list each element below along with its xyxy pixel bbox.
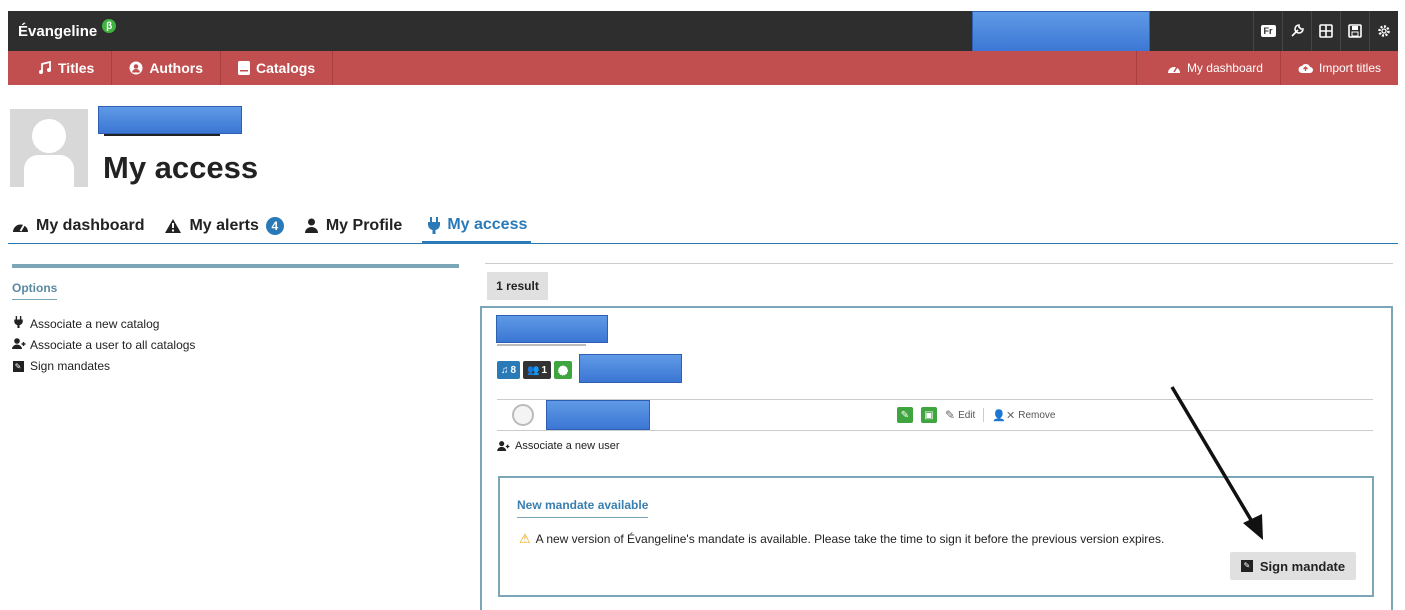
avatar bbox=[10, 109, 88, 187]
option-associate-catalog[interactable]: Associate a new catalog bbox=[12, 313, 195, 334]
remove-user-link[interactable]: 👤✕ Remove bbox=[992, 409, 1055, 422]
layout-icon[interactable] bbox=[1311, 11, 1340, 51]
wrench-icon[interactable] bbox=[1282, 11, 1311, 51]
tab-my-alerts-label: My alerts bbox=[189, 216, 259, 234]
top-bar: Évangeline β Fr bbox=[8, 11, 1398, 51]
tab-my-dashboard-label: My dashboard bbox=[36, 216, 145, 234]
redacted-user-row-name bbox=[546, 400, 650, 430]
edit-icon: ✎ bbox=[12, 360, 24, 372]
nav-import-titles[interactable]: Import titles bbox=[1279, 51, 1398, 85]
beta-badge: β bbox=[102, 19, 117, 33]
nav-titles[interactable]: Titles bbox=[8, 51, 113, 85]
redacted-user-name bbox=[972, 11, 1150, 53]
tabs-divider bbox=[8, 243, 1398, 244]
users-icon: 👥 bbox=[527, 364, 540, 376]
tab-my-profile[interactable]: My Profile bbox=[304, 209, 402, 242]
tab-my-alerts[interactable]: My alerts 4 bbox=[164, 209, 284, 242]
alerts-count-badge: 4 bbox=[265, 216, 284, 235]
book-icon bbox=[237, 61, 250, 75]
option-associate-catalog-label: Associate a new catalog bbox=[30, 316, 160, 331]
results-divider bbox=[485, 263, 1393, 264]
tab-my-dashboard[interactable]: My dashboard bbox=[12, 209, 144, 242]
catalog-name-underline bbox=[497, 344, 586, 346]
sidebar-title: Options bbox=[12, 281, 58, 300]
option-associate-user[interactable]: Associate a user to all catalogs bbox=[12, 334, 195, 355]
music-note-icon bbox=[39, 61, 51, 74]
catalog-chips: ♫ 8 👥 1 bbox=[497, 361, 573, 379]
option-sign-mandates-label: Sign mandates bbox=[30, 358, 111, 373]
user-circle-icon bbox=[129, 61, 143, 75]
tab-my-profile-label: My Profile bbox=[325, 216, 403, 234]
nav-titles-label: Titles bbox=[58, 60, 95, 76]
users-count-chip[interactable]: 👥 1 bbox=[523, 361, 552, 379]
user-card-button[interactable]: ▣ bbox=[921, 407, 937, 423]
associate-user-link[interactable]: Associate a new user bbox=[497, 440, 620, 452]
save-icon[interactable] bbox=[1340, 11, 1369, 51]
user-plus-icon bbox=[12, 337, 26, 352]
titles-count-chip[interactable]: ♫ 8 bbox=[497, 361, 521, 379]
mandate-message-text: A new version of Évangeline's mandate is… bbox=[535, 532, 1165, 546]
mandate-panel: New mandate available ⚠ A new version of… bbox=[498, 476, 1374, 597]
user-icon bbox=[304, 218, 318, 233]
page-title: My access bbox=[103, 150, 259, 185]
nav-my-dashboard-label: My dashboard bbox=[1186, 61, 1263, 75]
nav-right: My dashboard Import titles bbox=[1135, 51, 1398, 85]
sign-user-mandate-button[interactable]: ✎ bbox=[897, 407, 913, 423]
redacted-catalog-owner bbox=[579, 354, 682, 383]
nav-import-titles-label: Import titles bbox=[1318, 61, 1381, 75]
status-chip bbox=[554, 361, 573, 379]
music-note-icon: ♫ bbox=[501, 364, 509, 376]
nav-catalogs[interactable]: Catalogs bbox=[221, 51, 334, 85]
sign-mandate-label: Sign mandate bbox=[1259, 558, 1346, 574]
user-remove-icon: 👤✕ bbox=[992, 409, 1016, 422]
brand-name: Évangeline bbox=[18, 22, 98, 40]
mandate-message: ⚠ A new version of Évangeline's mandate … bbox=[519, 531, 1164, 547]
dashboard-icon bbox=[13, 224, 28, 232]
sidebar-top-border bbox=[12, 264, 459, 268]
language-button[interactable]: Fr bbox=[1253, 11, 1282, 51]
user-plus-icon bbox=[497, 441, 510, 451]
redacted-profile-name bbox=[98, 106, 242, 134]
profile-name-underline bbox=[104, 134, 220, 136]
top-icons: Fr bbox=[1253, 11, 1398, 51]
cloud-upload-icon bbox=[1298, 63, 1313, 73]
nav-authors[interactable]: Authors bbox=[112, 51, 221, 85]
edit-user-link[interactable]: ✎ Edit bbox=[945, 408, 975, 422]
nav-authors-label: Authors bbox=[149, 60, 203, 76]
pencil-icon: ✎ bbox=[945, 408, 956, 422]
plug-icon bbox=[12, 316, 24, 331]
result-count: 1 result bbox=[487, 272, 548, 300]
main-nav: Titles Authors Catalogs My dashboard Imp… bbox=[8, 51, 1398, 85]
nav-catalogs-label: Catalogs bbox=[255, 60, 316, 76]
option-associate-user-label: Associate a user to all catalogs bbox=[30, 337, 196, 352]
profile-tabs: My dashboard My alerts 4 My Profile My a… bbox=[12, 209, 551, 245]
brand[interactable]: Évangeline β bbox=[8, 19, 117, 40]
nav-my-dashboard[interactable]: My dashboard bbox=[1135, 51, 1280, 85]
option-sign-mandates[interactable]: ✎ Sign mandates bbox=[12, 355, 195, 376]
warning-icon: ⚠ bbox=[519, 531, 531, 546]
edit-icon: ✎ bbox=[1240, 560, 1253, 572]
sign-mandate-button[interactable]: ✎ Sign mandate bbox=[1230, 552, 1356, 580]
dashboard-icon bbox=[1167, 66, 1180, 73]
user-actions: ✎ ▣ ✎ Edit 👤✕ Remove bbox=[897, 407, 1055, 423]
separator bbox=[983, 408, 985, 422]
plug-icon bbox=[428, 216, 441, 234]
user-avatar bbox=[512, 404, 534, 426]
tab-my-access-label: My access bbox=[447, 216, 528, 233]
seal-icon bbox=[558, 365, 569, 375]
redacted-catalog-name bbox=[496, 315, 608, 343]
sidebar-options: Associate a new catalog Associate a user… bbox=[12, 313, 195, 376]
warning-icon bbox=[165, 218, 182, 233]
tab-my-access[interactable]: My access bbox=[422, 209, 532, 244]
mandate-title: New mandate available bbox=[517, 498, 649, 518]
associate-user-label: Associate a new user bbox=[515, 440, 620, 452]
gear-icon[interactable] bbox=[1369, 11, 1398, 51]
